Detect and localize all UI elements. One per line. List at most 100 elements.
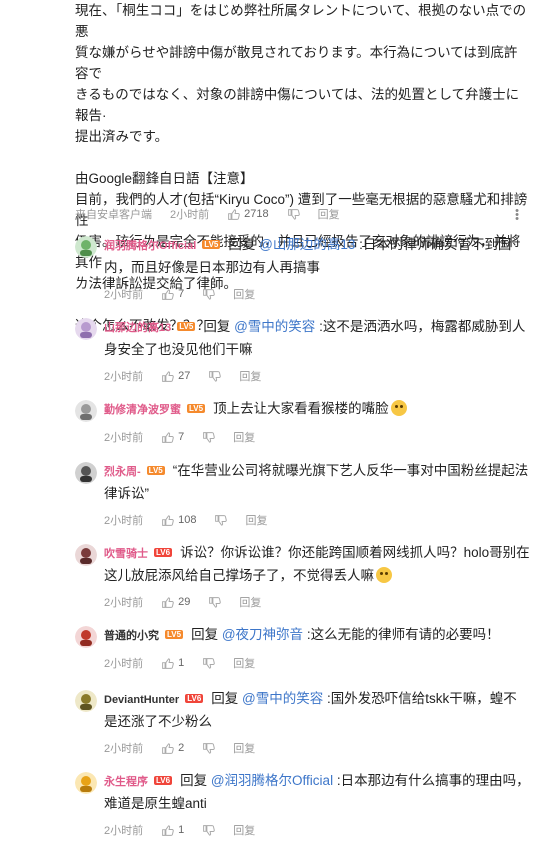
reply-button[interactable]: 回复 bbox=[233, 429, 255, 445]
reply-prefix: 回复 bbox=[203, 319, 235, 334]
dislike-button[interactable] bbox=[202, 657, 216, 670]
like-button[interactable]: 7 bbox=[161, 288, 184, 301]
reply-button[interactable]: 回复 bbox=[239, 594, 261, 610]
reply-button[interactable]: 回复 bbox=[233, 740, 255, 756]
post-jp-line: 提出済みです。 bbox=[75, 129, 169, 144]
reply-item: 烈永周- LV5 “在华营业公司将就曝光旗下艺人反华一事对中国粉丝提起法 律诉讼” 2… bbox=[75, 460, 535, 529]
mention-link[interactable]: @润羽腾格尔Official bbox=[211, 773, 333, 788]
reply-time: 2小时前 bbox=[104, 825, 144, 837]
like-button[interactable]: 1 bbox=[161, 657, 184, 670]
reply-text: 勤修清净波罗蜜 LV5 顶上去让大家看看猴楼的嘴脸 bbox=[104, 398, 535, 421]
reply-item: 山那边的高13 LV5 回复 @雪中的笑容 :这不是洒洒水吗，梅露都威胁到人 身安全了… bbox=[75, 316, 535, 385]
reply-button[interactable]: 回复 bbox=[233, 655, 255, 671]
reply-button[interactable]: 回复 bbox=[239, 368, 261, 384]
avatar[interactable] bbox=[75, 236, 97, 258]
avatar[interactable] bbox=[75, 772, 97, 794]
reply-button[interactable]: 回复 bbox=[245, 512, 267, 528]
thumb-down-icon bbox=[203, 657, 216, 669]
post-source: 来自安卓客户端 bbox=[75, 209, 152, 221]
reply-time: 2小时前 bbox=[104, 432, 144, 444]
thumb-up-icon bbox=[228, 208, 240, 220]
post-jp-line: 現在、「桐生ココ」をはじめ弊社所属タレントについて、根拠のない点での悪 bbox=[75, 3, 527, 39]
like-button[interactable]: 108 bbox=[161, 514, 196, 527]
avatar[interactable] bbox=[75, 690, 97, 712]
reply-text: DeviantHunter LV6 回复 @雪中的笑容 :国外发恐吓信给tskk干嘛… bbox=[104, 688, 535, 732]
post-meta-bar: 来自安卓客户端 2小时前 2718 回复 bbox=[75, 205, 535, 223]
more-options-icon[interactable]: • • • bbox=[515, 206, 519, 225]
thumb-down-icon bbox=[203, 288, 216, 300]
mention-link[interactable]: @夜刀神弥音 bbox=[222, 627, 303, 642]
username[interactable]: 山那边的高13 bbox=[104, 322, 171, 334]
dislike-button[interactable] bbox=[202, 742, 216, 755]
username[interactable]: 永生程序 bbox=[104, 776, 148, 788]
dislike-button[interactable] bbox=[214, 514, 228, 527]
username[interactable]: 普通的小究 bbox=[104, 630, 159, 642]
reply-button[interactable]: 回复 bbox=[233, 286, 255, 302]
reply-prefix: 回复 bbox=[180, 773, 211, 788]
like-button[interactable]: 1 bbox=[161, 824, 184, 837]
reply-content: :这么无能的律师有请的必要吗！ bbox=[303, 627, 500, 642]
dislike-button[interactable] bbox=[202, 824, 216, 837]
like-count: 7 bbox=[178, 431, 185, 443]
avatar[interactable] bbox=[75, 318, 97, 340]
post-jp-line: 質な嫌がらせや誹謗中傷が散見されております。本行為については到底許容で bbox=[75, 45, 518, 81]
reply-item: 永生程序 LV6 回复 @润羽腾格尔Official :日本那边有什么搞事的理由吗，… bbox=[75, 770, 535, 839]
thumb-up-icon bbox=[162, 370, 174, 382]
reply-content: 身安全了也没见他们干嘛 bbox=[104, 342, 253, 357]
reply-text: 山那边的高13 LV5 回复 @雪中的笑容 :这不是洒洒水吗，梅露都威胁到人 身安全了… bbox=[104, 316, 535, 360]
username[interactable]: 润羽腾格尔Official bbox=[104, 240, 196, 252]
thumb-up-icon bbox=[162, 657, 174, 669]
reply-text: 吹雪骑士 LV6 诉讼？你诉讼谁？你还能跨国顺着网线抓人吗？holo哥别在 这儿放屁添… bbox=[104, 542, 535, 586]
thumb-up-icon bbox=[162, 824, 174, 836]
like-button[interactable]: 7 bbox=[161, 431, 184, 444]
dislike-button[interactable] bbox=[208, 596, 222, 609]
reply-content: “在华营业公司将就曝光旗下艺人反华一事对中国粉丝提起法 bbox=[172, 463, 529, 478]
thumb-down-icon bbox=[209, 596, 222, 608]
avatar[interactable] bbox=[75, 544, 97, 566]
username[interactable]: 吹雪骑士 bbox=[104, 548, 148, 560]
username[interactable]: 烈永周- bbox=[104, 466, 141, 478]
mention-link[interactable]: @雪中的笑容 bbox=[242, 691, 323, 706]
dislike-button[interactable] bbox=[208, 370, 222, 383]
reply-item: 吹雪骑士 LV6 诉讼？你诉讼谁？你还能跨国顺着网线抓人吗？holo哥别在 这儿放屁添… bbox=[75, 542, 535, 611]
level-badge: LV6 bbox=[154, 776, 173, 785]
avatar[interactable] bbox=[75, 462, 97, 484]
level-badge: LV5 bbox=[165, 630, 184, 639]
mention-link[interactable]: @山那边的高13 bbox=[259, 237, 355, 252]
like-count: 108 bbox=[178, 514, 197, 526]
username[interactable]: 勤修清净波罗蜜 bbox=[104, 404, 181, 416]
like-button[interactable]: 29 bbox=[161, 596, 190, 609]
avatar[interactable] bbox=[75, 400, 97, 422]
reply-prefix: 回复 bbox=[211, 691, 243, 706]
reply-content: 是还涨了不少粉么 bbox=[104, 714, 212, 729]
reply-text: 烈永周- LV5 “在华营业公司将就曝光旗下艺人反华一事对中国粉丝提起法 律诉讼” bbox=[104, 460, 535, 504]
face-emoji-icon bbox=[390, 400, 407, 416]
reply-meta: 2小时前 29 回复 bbox=[104, 593, 535, 611]
reply-prefix: 回复 bbox=[191, 627, 222, 642]
reply-time: 2小时前 bbox=[104, 658, 144, 670]
reply-text: 普通的小究 LV5 回复 @夜刀神弥音 :这么无能的律师有请的必要吗！ bbox=[104, 624, 535, 647]
like-button[interactable]: 2718 bbox=[227, 208, 269, 221]
like-button[interactable]: 2 bbox=[161, 742, 184, 755]
like-button[interactable]: 27 bbox=[161, 370, 190, 383]
level-badge: LV5 bbox=[202, 240, 221, 249]
dislike-button[interactable] bbox=[202, 288, 216, 301]
reply-content: :国外发恐吓信给tskk干嘛，蝗不 bbox=[323, 691, 517, 706]
reply-time: 2小时前 bbox=[104, 743, 144, 755]
dislike-button[interactable] bbox=[202, 431, 216, 444]
thumb-up-icon bbox=[162, 742, 174, 754]
thumb-up-icon bbox=[162, 596, 174, 608]
post-jp-line: きるものではなく、対象の誹謗中傷については、法的処置として弁護士に報告· bbox=[75, 87, 520, 123]
mention-link[interactable]: @雪中的笑容 bbox=[234, 319, 315, 334]
reply-button[interactable]: 回复 bbox=[233, 822, 255, 838]
avatar[interactable] bbox=[75, 626, 97, 648]
dislike-button[interactable] bbox=[287, 208, 300, 221]
thumb-up-icon bbox=[162, 431, 174, 443]
reply-time: 2小时前 bbox=[104, 597, 144, 609]
reply-time: 2小时前 bbox=[104, 371, 144, 383]
reply-meta: 2小时前 2 回复 bbox=[104, 739, 535, 757]
grin-emoji-icon bbox=[376, 567, 392, 583]
thumb-down-icon bbox=[215, 514, 228, 526]
reply-button[interactable]: 回复 bbox=[318, 206, 340, 222]
username[interactable]: DeviantHunter bbox=[104, 694, 179, 706]
